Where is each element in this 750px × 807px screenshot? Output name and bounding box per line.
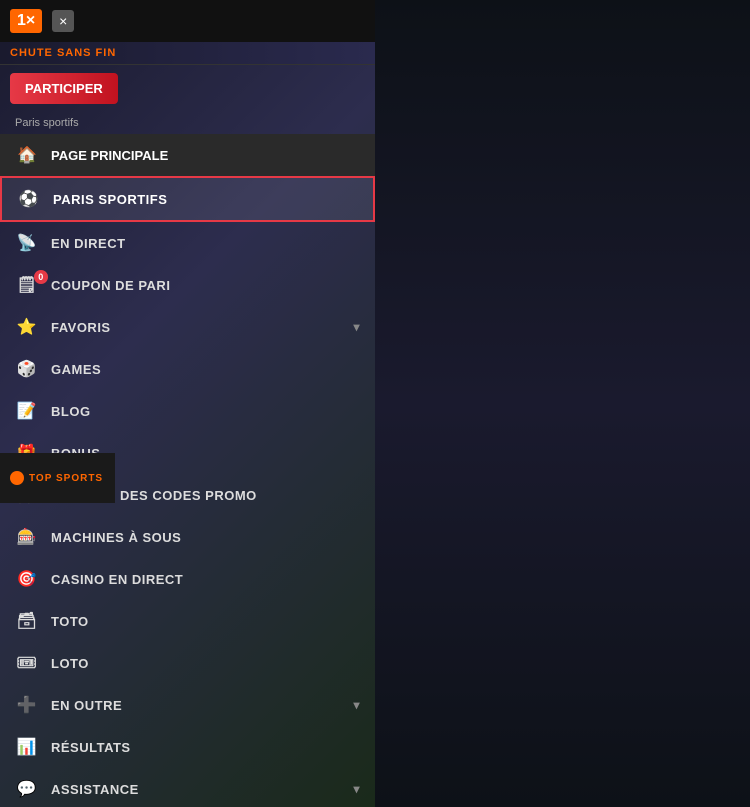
sidebar-item-label: PARIS SPORTIFS [53,192,167,207]
dice-icon: 🎲 [15,357,39,381]
sidebar-item-label: RÉSULTATS [51,740,131,755]
sidebar-item-paris-sportifs[interactable]: ⚽ PARIS SPORTIFS [0,176,375,222]
left-breadcrumb: Paris sportifs [0,112,375,134]
top-sports-icon [10,471,24,485]
right-panel: 1xBit Faire un dépôt 👤 ☰ Paris sportifs … [375,0,750,807]
star-icon: ⭐ [15,315,39,339]
close-button[interactable]: × [52,10,74,32]
sidebar-item-label: PAGE PRINCIPALE [51,148,168,163]
sidebar-item-blog[interactable]: 📝 BLOG [0,390,375,432]
sidebar-item-label: EN OUTRE [51,698,122,713]
sidebar-item-en-outre[interactable]: ➕ EN OUTRE ▾ [0,684,375,726]
football-icon: ⚽ [17,187,41,211]
sidebar-item-casino[interactable]: 🎯 CASINO EN DIRECT [0,558,375,600]
promo-banner: CHUTE SANS FIN [0,42,375,65]
sidebar-item-machines[interactable]: 🎰 MACHINES À SOUS [0,516,375,558]
sidebar-item-loto[interactable]: 🎟 LOTO [0,642,375,684]
sidebar-item-resultats[interactable]: 📊 RÉSULTATS [0,726,375,768]
top-sports-section: TOP SPORTS [0,453,115,503]
live-icon: 📡 [15,231,39,255]
coupon-badge: 0 [34,270,48,284]
sidebar-item-label: ASSISTANCE [51,782,139,797]
sidebar-item-toto[interactable]: 🗃 TOTO [0,600,375,642]
sidebar-item-assistance[interactable]: 💬 ASSISTANCE ▾ [0,768,375,807]
sidebar-item-page-principale[interactable]: 🏠 PAGE PRINCIPALE [0,134,375,176]
sidebar-item-label: BLOG [51,404,91,419]
sidebar-item-label: CASINO EN DIRECT [51,572,183,587]
casino-icon: 🎯 [15,567,39,591]
blog-icon: 📝 [15,399,39,423]
left-topbar: 1× × [0,0,375,42]
left-panel: 1× × CHUTE SANS FIN PARTICIPER Paris spo… [0,0,375,807]
toto-icon: 🗃 [15,609,39,633]
sidebar-item-label: GAMES [51,362,101,377]
sidebar-item-games[interactable]: 🎲 GAMES [0,348,375,390]
chat-icon: 💬 [15,777,39,801]
top-sports-label: TOP SPORTS [29,473,103,484]
logo-1x: 1× [10,9,42,33]
participate-button[interactable]: PARTICIPER [10,73,118,104]
right-background [375,0,750,807]
sidebar-item-favoris[interactable]: ⭐ FAVORIS ▾ [0,306,375,348]
sidebar-item-label: MACHINES À SOUS [51,530,181,545]
chevron-down-icon-3: ▾ [353,782,360,796]
chevron-down-icon: ▾ [353,320,360,334]
loto-icon: 🎟 [15,651,39,675]
sidebar-item-coupon[interactable]: 0 🗒 COUPON DE PARI [0,264,375,306]
plus-icon: ➕ [15,693,39,717]
chevron-down-icon-2: ▾ [353,698,360,712]
sidebar-item-label: TOTO [51,614,89,629]
sidebar-item-en-direct[interactable]: 📡 EN DIRECT [0,222,375,264]
results-icon: 📊 [15,735,39,759]
home-icon: 🏠 [15,143,39,167]
slots-icon: 🎰 [15,525,39,549]
sidebar-item-label: EN DIRECT [51,236,126,251]
sidebar-item-label: FAVORIS [51,320,111,335]
sidebar-item-label: LOTO [51,656,89,671]
top-sports-container: TOP SPORTS [10,471,103,485]
sidebar-item-label: COUPON DE PARI [51,278,170,293]
